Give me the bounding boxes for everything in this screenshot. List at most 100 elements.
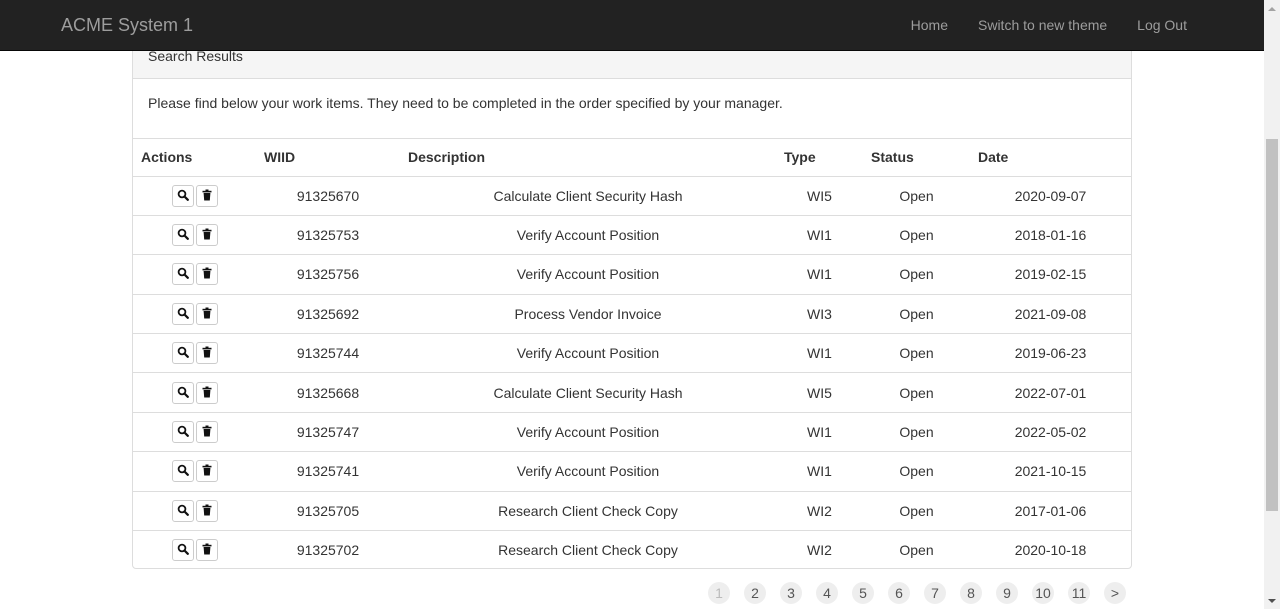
pagination-page[interactable]: 4 bbox=[816, 582, 838, 604]
table-row: 91325702 Research Client Check Copy WI2 Ope… bbox=[133, 530, 1131, 570]
actions-cell bbox=[133, 333, 256, 373]
status-cell: Open bbox=[863, 293, 970, 334]
delete-item-button[interactable] bbox=[195, 499, 218, 522]
scroll-down-button[interactable] bbox=[1264, 592, 1280, 609]
brand-link[interactable]: ACME System 1 bbox=[61, 14, 193, 36]
pagination-page[interactable]: 1 bbox=[708, 582, 730, 604]
description-cell: Research Client Check Copy bbox=[400, 530, 776, 570]
trash-icon bbox=[201, 306, 213, 322]
wiid-cell: 91325741 bbox=[256, 451, 400, 492]
type-cell: WI2 bbox=[776, 530, 863, 570]
pagination-page[interactable]: 5 bbox=[852, 582, 874, 604]
description-cell: Verify Account Position bbox=[400, 333, 776, 373]
header-date: Date bbox=[970, 139, 1131, 177]
search-icon bbox=[177, 424, 189, 440]
description-cell: Verify Account Position bbox=[400, 411, 776, 452]
date-cell: 2020-10-18 bbox=[970, 530, 1131, 570]
wiid-cell: 91325668 bbox=[256, 372, 400, 413]
status-cell: Open bbox=[863, 214, 970, 255]
pagination-page[interactable]: 8 bbox=[960, 582, 982, 604]
nav-switch-theme-link[interactable]: Switch to new theme bbox=[963, 0, 1122, 50]
search-icon bbox=[177, 542, 189, 558]
nav-logout-link[interactable]: Log Out bbox=[1122, 0, 1202, 50]
description-cell: Verify Account Position bbox=[400, 254, 776, 295]
nav-home-link[interactable]: Home bbox=[896, 0, 963, 50]
view-item-button[interactable] bbox=[171, 184, 194, 207]
wiid-cell: 91325747 bbox=[256, 411, 400, 452]
table-row: 91325741 Verify Account Position WI1 Open 20… bbox=[133, 451, 1131, 492]
pagination: 1 2 3 4 5 6 7 8 9 10 11 > bbox=[708, 582, 1140, 604]
table-row: 91325670 Calculate Client Security Hash WI… bbox=[133, 176, 1131, 215]
delete-item-button[interactable] bbox=[195, 381, 218, 404]
pagination-page[interactable]: 2 bbox=[744, 582, 766, 604]
delete-item-button[interactable] bbox=[195, 302, 218, 325]
header-actions: Actions bbox=[133, 139, 256, 177]
type-cell: WI1 bbox=[776, 451, 863, 492]
delete-item-button[interactable] bbox=[195, 184, 218, 207]
trash-icon bbox=[201, 345, 213, 361]
actions-cell bbox=[133, 530, 256, 570]
delete-item-button[interactable] bbox=[195, 224, 218, 247]
trash-icon bbox=[201, 385, 213, 401]
table-row: 91325756 Verify Account Position WI1 Open 20… bbox=[133, 254, 1131, 295]
search-icon bbox=[177, 227, 189, 243]
view-item-button[interactable] bbox=[171, 460, 194, 483]
date-cell: 2019-06-23 bbox=[970, 333, 1131, 373]
header-wiid: WIID bbox=[256, 139, 400, 177]
view-item-button[interactable] bbox=[171, 421, 194, 444]
trash-icon bbox=[201, 266, 213, 282]
wiid-cell: 91325744 bbox=[256, 333, 400, 373]
trash-icon bbox=[201, 188, 213, 204]
actions-cell bbox=[133, 411, 256, 452]
view-item-button[interactable] bbox=[171, 539, 194, 562]
pagination-page[interactable]: 11 bbox=[1068, 582, 1090, 604]
table-row: 91325705 Research Client Check Copy WI2 Ope… bbox=[133, 490, 1131, 531]
description-cell: Verify Account Position bbox=[400, 214, 776, 255]
search-icon bbox=[177, 266, 189, 282]
type-cell: WI2 bbox=[776, 490, 863, 531]
pagination-page[interactable]: 7 bbox=[924, 582, 946, 604]
trash-icon bbox=[201, 503, 213, 519]
view-item-button[interactable] bbox=[171, 381, 194, 404]
status-cell: Open bbox=[863, 411, 970, 452]
view-item-button[interactable] bbox=[171, 224, 194, 247]
view-item-button[interactable] bbox=[171, 342, 194, 365]
pagination-page[interactable]: 9 bbox=[996, 582, 1018, 604]
search-icon bbox=[177, 463, 189, 479]
nav-links: Home Switch to new theme Log Out bbox=[896, 0, 1202, 50]
status-cell: Open bbox=[863, 333, 970, 373]
actions-cell bbox=[133, 293, 256, 334]
header-status: Status bbox=[863, 139, 970, 177]
actions-cell bbox=[133, 176, 256, 215]
type-cell: WI1 bbox=[776, 214, 863, 255]
date-cell: 2017-01-06 bbox=[970, 490, 1131, 531]
trash-icon bbox=[201, 463, 213, 479]
table-row: 91325692 Process Vendor Invoice WI3 Open 202… bbox=[133, 293, 1131, 334]
actions-cell bbox=[133, 254, 256, 295]
search-icon bbox=[177, 306, 189, 322]
date-cell: 2018-01-16 bbox=[970, 214, 1131, 255]
view-item-button[interactable] bbox=[171, 302, 194, 325]
delete-item-button[interactable] bbox=[195, 460, 218, 483]
delete-item-button[interactable] bbox=[195, 539, 218, 562]
delete-item-button[interactable] bbox=[195, 342, 218, 365]
wiid-cell: 91325705 bbox=[256, 490, 400, 531]
chevron-down-icon bbox=[1268, 598, 1276, 603]
description-cell: Calculate Client Security Hash bbox=[493, 187, 683, 204]
delete-item-button[interactable] bbox=[195, 421, 218, 444]
view-item-button[interactable] bbox=[171, 499, 194, 522]
pagination-page[interactable]: 10 bbox=[1032, 582, 1054, 604]
search-icon bbox=[177, 188, 189, 204]
date-cell: 2020-09-07 bbox=[1014, 187, 1087, 204]
pagination-page[interactable]: 6 bbox=[888, 582, 910, 604]
delete-item-button[interactable] bbox=[195, 263, 218, 286]
scroll-up-button[interactable] bbox=[1264, 0, 1280, 17]
date-cell: 2021-09-08 bbox=[970, 293, 1131, 334]
vertical-scrollbar[interactable] bbox=[1264, 0, 1280, 609]
scrollbar-thumb[interactable] bbox=[1266, 139, 1278, 511]
status-cell: Open bbox=[899, 187, 934, 204]
pagination-page[interactable]: 3 bbox=[780, 582, 802, 604]
view-item-button[interactable] bbox=[171, 263, 194, 286]
search-icon bbox=[177, 345, 189, 361]
pagination-next[interactable]: > bbox=[1104, 582, 1126, 604]
